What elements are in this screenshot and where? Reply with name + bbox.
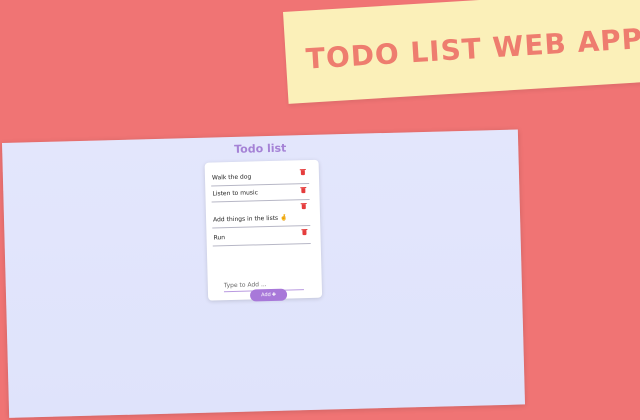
- page-title: Todo list: [233, 141, 287, 156]
- trash-icon[interactable]: [302, 230, 307, 236]
- list-item: Run: [212, 225, 311, 247]
- trash-icon[interactable]: [301, 204, 306, 210]
- list-item: Add things in the lists 🤞: [211, 199, 311, 229]
- list-item-label: Walk the dog: [211, 173, 252, 182]
- banner-title: TODO LIST WEB APP: [304, 22, 640, 76]
- todo-card: Walk the dog Listen to music Add things …: [204, 159, 323, 301]
- list-item-label: Listen to music: [212, 189, 259, 198]
- add-button[interactable]: Add✚: [249, 288, 288, 302]
- list-item-label: Run: [213, 234, 226, 242]
- plus-icon: ✚: [271, 291, 277, 298]
- list-item-label: Add things in the lists 🤞: [212, 214, 288, 224]
- add-button-label: Add: [261, 292, 271, 299]
- app-screen: Todo list Walk the dog Listen to music A…: [2, 129, 526, 418]
- trash-icon[interactable]: [301, 188, 306, 194]
- trash-icon[interactable]: [300, 170, 305, 176]
- title-banner: TODO LIST WEB APP: [283, 0, 640, 104]
